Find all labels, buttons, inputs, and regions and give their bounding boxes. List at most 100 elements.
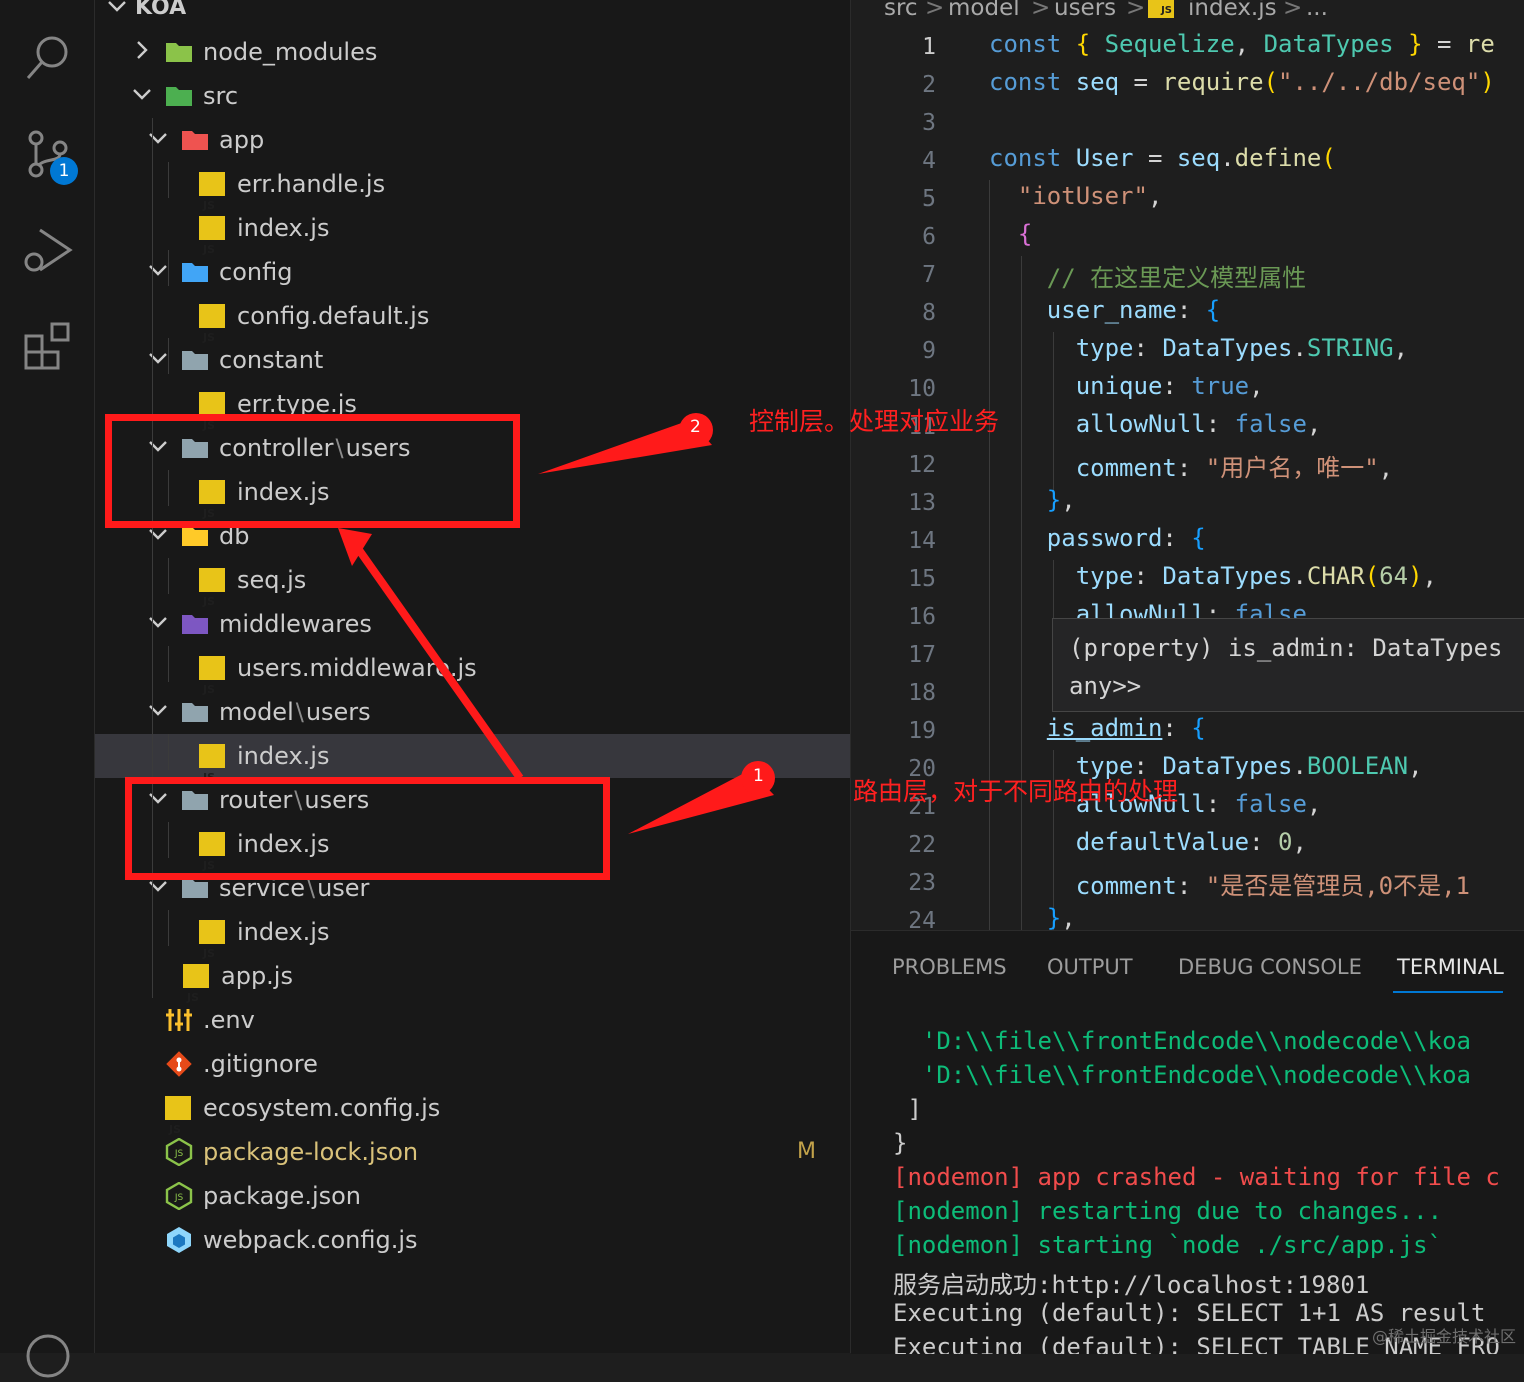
tree-item-label: index.js [237, 742, 330, 770]
chevron-right-icon: > [1031, 0, 1051, 21]
tree-file-err-handle-js[interactable]: JS err.handle.js [95, 162, 850, 212]
tree-item-label: constant [219, 346, 324, 374]
tree-folder-middlewares[interactable]: middlewares [95, 602, 850, 646]
svg-text:JS: JS [174, 1149, 184, 1159]
breadcrumb-more[interactable]: ... [1306, 0, 1328, 20]
terminal-line: ] [893, 1095, 922, 1123]
tree-file-app-js[interactable]: JS app.js [95, 954, 850, 1004]
path-separator: \ [295, 698, 304, 726]
chevron-down-icon [108, 1, 126, 12]
code-line-2[interactable]: const seq = require("../../db/seq") [989, 68, 1495, 96]
tree-item-label: app.js [221, 962, 293, 990]
tree-file-index-js[interactable]: JS index.js [95, 734, 850, 784]
code-line-7[interactable]: // 在这里定义模型属性 [989, 258, 1306, 293]
code-line-10[interactable]: unique: true, [989, 372, 1264, 400]
line-number: 5 [922, 186, 936, 212]
search-icon[interactable] [22, 30, 74, 82]
bottom-panel: PROBLEMS OUTPUT DEBUG CONSOLE TERMINAL '… [851, 930, 1524, 1354]
code-line-24[interactable]: }, [989, 904, 1076, 930]
js-file-icon: JS [199, 304, 225, 344]
tree-folder-model[interactable]: model\users [95, 690, 850, 734]
terminal-line: } [893, 1129, 908, 1157]
code-line-22[interactable]: defaultValue: 0, [989, 828, 1307, 856]
tree-file-users-middleware-js[interactable]: JS users.middleware.js [95, 646, 850, 696]
line-number: 19 [908, 718, 936, 744]
chevron-down-icon [149, 353, 167, 364]
js-file-icon: JS [199, 172, 225, 212]
terminal-line: 服务启动成功:http://localhost:19801 [893, 1271, 1370, 1299]
code-line-1[interactable]: const { Sequelize, DataTypes } = re [989, 30, 1495, 58]
code-line-16[interactable]: allowNull: false, [989, 600, 1322, 618]
js-file-icon: JS [199, 216, 225, 256]
code-line-9[interactable]: type: DataTypes.STRING, [989, 334, 1408, 362]
js-file-icon: JS [199, 920, 225, 960]
account-icon[interactable] [22, 1330, 74, 1382]
tree-folder-app[interactable]: app [95, 118, 850, 162]
extensions-icon[interactable] [22, 320, 74, 372]
explorer-root[interactable]: KOA [95, 0, 850, 30]
config-folder-icon [182, 263, 208, 282]
breadcrumb-model[interactable]: model [948, 0, 1020, 20]
js-file-icon: JS [199, 568, 225, 608]
chevron-right-icon: > [1126, 0, 1146, 21]
line-number: 4 [922, 148, 936, 174]
tree-file-package-lock-json[interactable]: JS package-lock.json M [95, 1130, 850, 1174]
tree-item-label: ecosystem.config.js [203, 1094, 441, 1122]
chevron-down-icon [149, 617, 167, 628]
tab-debug-console[interactable]: DEBUG CONSOLE [1178, 955, 1362, 979]
tree-folder-src[interactable]: src [95, 74, 850, 118]
terminal-line: 'D:\\file\\frontEndcode\\nodecode\\koa [893, 1061, 1471, 1089]
tree-item-label: node_modules [203, 38, 378, 66]
code-line-6[interactable]: { [989, 220, 1032, 248]
tree-folder-config[interactable]: config [95, 250, 850, 294]
nodejs-file-icon: JS [165, 1182, 193, 1210]
app-folder-icon [182, 131, 208, 150]
tree-file-seq-js[interactable]: JS seq.js [95, 558, 850, 608]
activity-bar: 1 [0, 0, 95, 1378]
tree-folder-node-modules[interactable]: node_modules [95, 30, 850, 74]
code-line-23[interactable]: comment: "是否是管理员,0不是,1 [989, 866, 1470, 901]
breadcrumb-users[interactable]: users [1054, 0, 1116, 20]
line-number: 3 [922, 110, 936, 136]
explorer-panel: KOA node_modules src app JS err.handle.js JS i… [95, 0, 851, 1353]
code-line-13[interactable]: }, [989, 486, 1076, 514]
tree-file-index-js[interactable]: JS index.js [95, 910, 850, 960]
line-number: 12 [908, 452, 936, 478]
code-line-14[interactable]: password: { [989, 524, 1206, 552]
folder-icon [182, 703, 208, 722]
chevron-right-icon [137, 41, 148, 59]
code-line-12[interactable]: comment: "用户名，唯一", [989, 448, 1393, 483]
tab-problems[interactable]: PROBLEMS [892, 955, 1007, 979]
tree-file-gitignore[interactable]: .gitignore [95, 1042, 850, 1086]
tree-item-label: model [219, 698, 294, 726]
code-line-19[interactable]: is_admin: { [989, 714, 1206, 742]
tree-file-webpack-config-js[interactable]: webpack.config.js [95, 1218, 850, 1262]
tree-item-label: .gitignore [203, 1050, 318, 1078]
code-line-15[interactable]: type: DataTypes.CHAR(64), [989, 562, 1437, 590]
tree-file-package-json[interactable]: JS package.json [95, 1174, 850, 1218]
tree-file-index-js[interactable]: JS index.js [95, 206, 850, 256]
annotation-number-2: 2 [690, 417, 701, 437]
code-line-5[interactable]: "iotUser", [989, 182, 1163, 210]
tree-file-ecosystem-config-js[interactable]: JS ecosystem.config.js [95, 1086, 850, 1136]
breadcrumb-src[interactable]: src [884, 0, 918, 20]
line-number: 18 [908, 680, 936, 706]
annotation-label-router: 路由层，对于不同路由的处理 [853, 777, 1179, 806]
breadcrumb: src > model > users > JS index.js > ... [851, 0, 1524, 24]
code-line-11[interactable]: allowNull: false, [989, 410, 1322, 438]
webpack-file-icon [167, 1227, 191, 1253]
tree-item-label: middlewares [219, 610, 372, 638]
code-line-4[interactable]: const User = seq.define( [989, 144, 1336, 172]
tree-file-env[interactable]: .env [95, 998, 850, 1042]
terminal-line: [nodemon] app crashed - waiting for file… [893, 1163, 1500, 1191]
tab-output[interactable]: OUTPUT [1047, 955, 1133, 979]
tree-item-label: config.default.js [237, 302, 430, 330]
tree-file-config-default-js[interactable]: JS config.default.js [95, 294, 850, 344]
tab-terminal[interactable]: TERMINAL [1397, 955, 1504, 979]
run-debug-icon[interactable] [22, 224, 74, 276]
code-line-8[interactable]: user_name: { [989, 296, 1220, 324]
tree-folder-constant[interactable]: constant [95, 338, 850, 382]
terminal-line: [nodemon] starting `node ./src/app.js` [893, 1231, 1443, 1259]
src-folder-icon [166, 87, 192, 106]
breadcrumb-file[interactable]: index.js [1188, 0, 1277, 20]
